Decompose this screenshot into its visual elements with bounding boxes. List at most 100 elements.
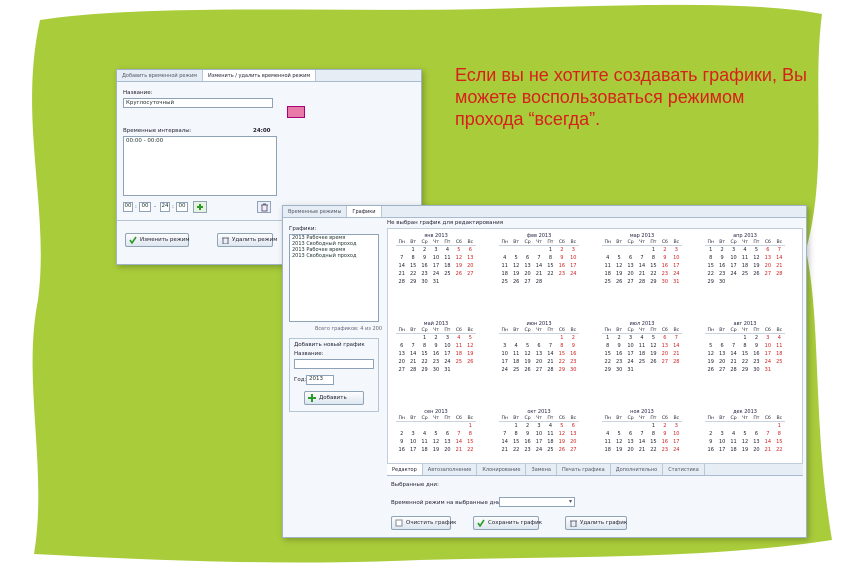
day-cell[interactable]: 29 xyxy=(648,278,659,286)
day-cell[interactable]: 14 xyxy=(533,262,544,270)
day-cell[interactable]: 17 xyxy=(533,438,544,446)
start-minute-field[interactable]: 00 xyxy=(139,202,151,212)
day-cell[interactable]: 8 xyxy=(602,342,613,350)
day-cell[interactable]: 30 xyxy=(613,366,624,374)
day-cell[interactable]: 2 xyxy=(659,246,670,254)
day-cell[interactable]: 20 xyxy=(568,438,579,446)
day-cell[interactable]: 14 xyxy=(396,262,407,270)
day-cell[interactable]: 10 xyxy=(407,438,418,446)
day-cell[interactable]: 2 xyxy=(568,334,579,342)
day-cell[interactable]: 10 xyxy=(430,254,441,262)
day-cell[interactable]: 20 xyxy=(522,270,533,278)
day-cell[interactable]: 5 xyxy=(751,246,762,254)
day-cell[interactable]: 20 xyxy=(396,358,407,366)
day-cell[interactable]: 22 xyxy=(510,446,521,454)
day-cell[interactable]: 24 xyxy=(762,358,773,366)
day-cell[interactable]: 2 xyxy=(613,334,624,342)
day-cell[interactable]: 23 xyxy=(613,358,624,366)
day-cell[interactable]: 25 xyxy=(602,278,613,286)
day-cell[interactable]: 13 xyxy=(659,342,670,350)
day-cell[interactable]: 3 xyxy=(568,246,579,254)
day-cell[interactable]: 24 xyxy=(499,366,510,374)
day-cell[interactable]: 23 xyxy=(568,358,579,366)
tab-clone[interactable]: Клонирование xyxy=(477,464,527,475)
day-cell[interactable]: 9 xyxy=(613,342,624,350)
day-cell[interactable]: 11 xyxy=(499,262,510,270)
day-cell[interactable]: 29 xyxy=(739,366,750,374)
day-cell[interactable]: 9 xyxy=(659,254,670,262)
day-cell[interactable]: 23 xyxy=(556,270,567,278)
schedule-item[interactable]: 2013 Свободный проход xyxy=(290,253,378,259)
day-cell[interactable]: 11 xyxy=(545,430,556,438)
day-cell[interactable]: 3 xyxy=(499,342,510,350)
day-cell[interactable]: 13 xyxy=(465,254,476,262)
day-cell[interactable]: 23 xyxy=(659,446,670,454)
day-cell[interactable]: 17 xyxy=(716,446,727,454)
day-cell[interactable]: 9 xyxy=(751,342,762,350)
day-cell[interactable]: 15 xyxy=(602,350,613,358)
day-cell[interactable]: 26 xyxy=(613,278,624,286)
day-cell[interactable]: 25 xyxy=(545,446,556,454)
day-cell[interactable]: 12 xyxy=(430,438,441,446)
day-cell[interactable]: 11 xyxy=(774,342,785,350)
day-cell[interactable]: 1 xyxy=(407,246,418,254)
day-cell[interactable]: 20 xyxy=(716,358,727,366)
day-cell[interactable]: 21 xyxy=(533,270,544,278)
day-cell[interactable]: 4 xyxy=(739,246,750,254)
day-cell[interactable]: 2 xyxy=(716,246,727,254)
day-cell[interactable]: 23 xyxy=(522,446,533,454)
day-cell[interactable]: 10 xyxy=(671,430,682,438)
day-cell[interactable]: 13 xyxy=(533,350,544,358)
day-cell[interactable]: 28 xyxy=(671,358,682,366)
day-cell[interactable]: 10 xyxy=(499,350,510,358)
day-cell[interactable]: 15 xyxy=(465,438,476,446)
day-cell[interactable]: 21 xyxy=(671,350,682,358)
day-cell[interactable]: 17 xyxy=(442,350,453,358)
day-cell[interactable]: 25 xyxy=(739,270,750,278)
day-cell[interactable]: 27 xyxy=(625,278,636,286)
day-cell[interactable]: 14 xyxy=(545,350,556,358)
day-cell[interactable]: 4 xyxy=(442,246,453,254)
day-cell[interactable]: 1 xyxy=(648,246,659,254)
day-cell[interactable]: 19 xyxy=(739,446,750,454)
day-cell[interactable]: 5 xyxy=(739,430,750,438)
day-cell[interactable]: 7 xyxy=(499,430,510,438)
tab-add-time-mode[interactable]: Добавить временной режим xyxy=(117,70,204,81)
day-cell[interactable]: 21 xyxy=(762,446,773,454)
day-cell[interactable]: 21 xyxy=(396,270,407,278)
day-cell[interactable]: 20 xyxy=(751,446,762,454)
day-cell[interactable]: 28 xyxy=(407,366,418,374)
day-cell[interactable]: 13 xyxy=(762,254,773,262)
day-cell[interactable]: 6 xyxy=(659,334,670,342)
day-cell[interactable]: 7 xyxy=(636,254,647,262)
day-cell[interactable]: 29 xyxy=(705,278,716,286)
day-cell[interactable]: 23 xyxy=(419,270,430,278)
day-cell[interactable]: 12 xyxy=(613,262,624,270)
day-cell[interactable]: 21 xyxy=(774,262,785,270)
day-cell[interactable]: 9 xyxy=(659,430,670,438)
day-cell[interactable]: 26 xyxy=(522,366,533,374)
day-cell[interactable]: 6 xyxy=(522,254,533,262)
day-cell[interactable]: 5 xyxy=(510,254,521,262)
day-cell[interactable]: 14 xyxy=(774,254,785,262)
day-cell[interactable]: 4 xyxy=(499,254,510,262)
interval-item[interactable]: 00:00 - 00:00 xyxy=(124,137,276,145)
day-cell[interactable]: 3 xyxy=(625,334,636,342)
day-cell[interactable]: 6 xyxy=(396,342,407,350)
day-cell[interactable]: 18 xyxy=(442,262,453,270)
day-cell[interactable]: 24 xyxy=(533,446,544,454)
day-cell[interactable]: 1 xyxy=(465,422,476,430)
day-cell[interactable]: 7 xyxy=(407,342,418,350)
day-cell[interactable]: 16 xyxy=(716,262,727,270)
day-cell[interactable]: 10 xyxy=(442,342,453,350)
day-cell[interactable]: 15 xyxy=(739,350,750,358)
day-cell[interactable]: 18 xyxy=(419,446,430,454)
day-cell[interactable]: 9 xyxy=(568,342,579,350)
day-cell[interactable]: 21 xyxy=(636,446,647,454)
day-cell[interactable]: 16 xyxy=(751,350,762,358)
day-cell[interactable]: 2 xyxy=(556,246,567,254)
day-cell[interactable]: 13 xyxy=(716,350,727,358)
day-cell[interactable]: 22 xyxy=(602,358,613,366)
day-cell[interactable]: 4 xyxy=(636,334,647,342)
day-cell[interactable]: 6 xyxy=(442,430,453,438)
